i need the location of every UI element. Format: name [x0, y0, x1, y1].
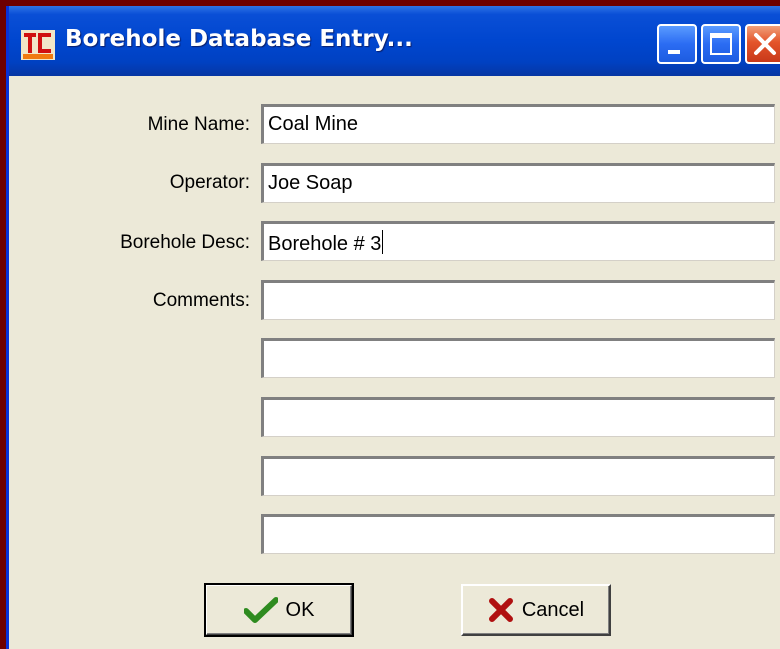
comments-field-2[interactable] [261, 338, 775, 378]
comments-field-3[interactable] [261, 397, 775, 437]
checkmark-icon [243, 597, 278, 623]
borehole-desc-field[interactable]: Borehole # 3 [261, 221, 775, 261]
app-logo-icon [21, 30, 55, 60]
comments-field-4[interactable] [261, 456, 775, 496]
cancel-button[interactable]: Cancel [461, 584, 611, 636]
mine-name-value: Coal Mine [268, 113, 359, 135]
dialog-window: Borehole Database Entry... Mine Name: Co… [6, 6, 780, 649]
borehole-desc-value: Borehole # 3 [268, 233, 382, 255]
ok-button[interactable]: OK [204, 583, 354, 637]
minimize-button[interactable] [657, 24, 697, 64]
operator-value: Joe Soap [268, 172, 353, 194]
close-button[interactable] [745, 24, 780, 64]
text-cursor [382, 230, 384, 254]
ok-button-label: OK [285, 598, 315, 621]
comments-label: Comments: [152, 290, 250, 311]
maximize-icon [710, 33, 732, 55]
operator-field[interactable]: Joe Soap [261, 163, 775, 203]
maximize-button[interactable] [701, 24, 741, 64]
comments-field-1[interactable] [261, 280, 775, 320]
cancel-button-label: Cancel [521, 598, 585, 621]
mine-name-field[interactable]: Coal Mine [261, 104, 775, 144]
close-icon [754, 33, 776, 55]
x-icon [488, 598, 513, 622]
comments-field-5[interactable] [261, 514, 775, 554]
borehole-desc-label: Borehole Desc: [120, 232, 250, 253]
title-bar[interactable]: Borehole Database Entry... [9, 6, 780, 76]
operator-label: Operator: [169, 172, 250, 193]
window-title: Borehole Database Entry... [65, 26, 413, 52]
mine-name-label: Mine Name: [147, 114, 250, 135]
minimize-icon [668, 50, 680, 54]
